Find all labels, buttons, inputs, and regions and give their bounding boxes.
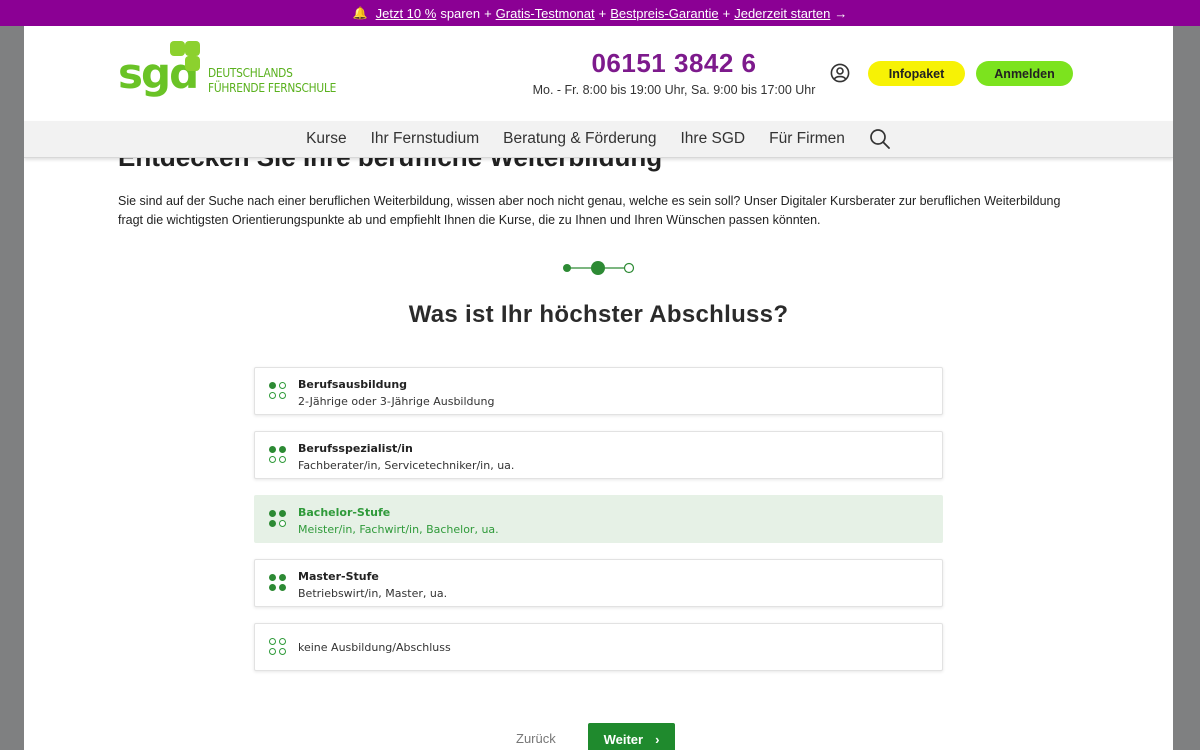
option-title: Bachelor-Stufe [298,506,391,519]
option-subtitle: 2-Jährige oder 3-Jährige Ausbildung [298,395,495,408]
next-button-label: Weiter [603,731,644,747]
option-title: Berufsspezialist/in [298,442,413,455]
search-icon[interactable] [869,128,891,150]
bell-icon: 🔔 [352,6,368,20]
next-button[interactable]: Weiter › [588,723,675,750]
nav-item-fuer-firmen[interactable]: Für Firmen [769,130,845,148]
intro-text: Sie sind auf der Suche nach einer berufl… [118,194,1061,227]
trial-link[interactable]: Gratis-Testmonat [496,6,595,21]
nav-item-ihre-sgd[interactable]: Ihre SGD [681,130,746,148]
option-title: Master-Stufe [298,570,379,583]
option-bachelor-stufe[interactable]: Bachelor-Stufe Meister/in, Fachwirt/in, … [254,495,943,543]
discount-suffix: sparen [440,5,481,21]
back-button[interactable]: Zurück [516,731,556,746]
user-icon[interactable] [830,63,850,83]
option-subtitle: Betriebswirt/in, Master, ua. [298,587,448,600]
logo-tagline: DEUTSCHLANDS FÜHRENDE FERNSCHULE [208,65,336,95]
progress-stepper [560,260,640,276]
nav-item-kurse[interactable]: Kurse [306,130,347,148]
option-berufsausbildung[interactable]: Berufsausbildung 2-Jährige oder 3-Jährig… [254,367,943,415]
level-2-icon [269,446,287,466]
question-heading: Was ist Ihr höchster Abschluss? [408,301,789,328]
option-master-stufe[interactable]: Master-Stufe Betriebswirt/in, Master, ua… [254,559,943,607]
chevron-right-icon: › [655,731,660,747]
sgd-logo[interactable]: sgd DEUTSCHLANDS FÜHRENDE FERNSCHULE [118,41,336,101]
option-title: Berufsausbildung [298,378,408,391]
plus-separator: + [484,5,492,21]
start-anytime-link[interactable]: Jederzeit starten [734,6,830,21]
discount-link[interactable]: Jetzt 10 % [376,6,437,21]
phone-number[interactable]: 06151 3842 6 [544,48,804,79]
option-title: keine Ausbildung/Abschluss [298,641,451,654]
option-subtitle: Fachberater/in, Servicetechniker/in, ua. [298,459,515,472]
header: sgd DEUTSCHLANDS FÜHRENDE FERNSCHULE 061… [24,26,1173,121]
step-2-dot [591,261,605,275]
anmelden-button[interactable]: Anmelden [976,61,1073,86]
price-guarantee-link[interactable]: Bestpreis-Garantie [610,6,718,21]
nav-item-fernstudium[interactable]: Ihr Fernstudium [371,130,480,148]
option-berufsspezialist[interactable]: Berufsspezialist/in Fachberater/in, Serv… [254,431,943,479]
plus-separator: + [722,5,731,21]
level-3-icon [269,510,287,530]
arrow-right-icon: → [834,5,848,21]
plus-separator: + [598,5,607,21]
promo-bar: 🔔 Jetzt 10 % sparen + Gratis-Testmonat +… [0,0,1200,26]
clover-icon [166,41,202,75]
logo-tagline-line1: DEUTSCHLANDS [208,65,293,80]
contact-block: 06151 3842 6 Mo. - Fr. 8:00 bis 19:00 Uh… [414,48,934,97]
level-1-icon [269,382,287,402]
infopaket-button[interactable]: Infopaket [868,61,965,86]
level-0-icon [269,638,287,658]
option-subtitle: Meister/in, Fachwirt/in, Bachelor, ua. [298,523,499,536]
opening-hours: Mo. - Fr. 8:00 bis 19:00 Uhr, Sa. 9:00 b… [532,83,816,97]
option-keine-ausbildung[interactable]: keine Ausbildung/Abschluss [254,623,943,671]
step-1-dot [563,264,571,272]
answer-options: Berufsausbildung 2-Jährige oder 3-Jährig… [254,367,943,687]
page: sgd DEUTSCHLANDS FÜHRENDE FERNSCHULE 061… [24,26,1173,750]
nav-item-beratung[interactable]: Beratung & Förderung [503,130,656,148]
main-nav: Kurse Ihr Fernstudium Beratung & Förderu… [24,121,1173,158]
logo-tagline-line2: FÜHRENDE FERNSCHULE [208,80,337,95]
step-3-dot [623,262,635,274]
level-4-icon [269,574,287,594]
